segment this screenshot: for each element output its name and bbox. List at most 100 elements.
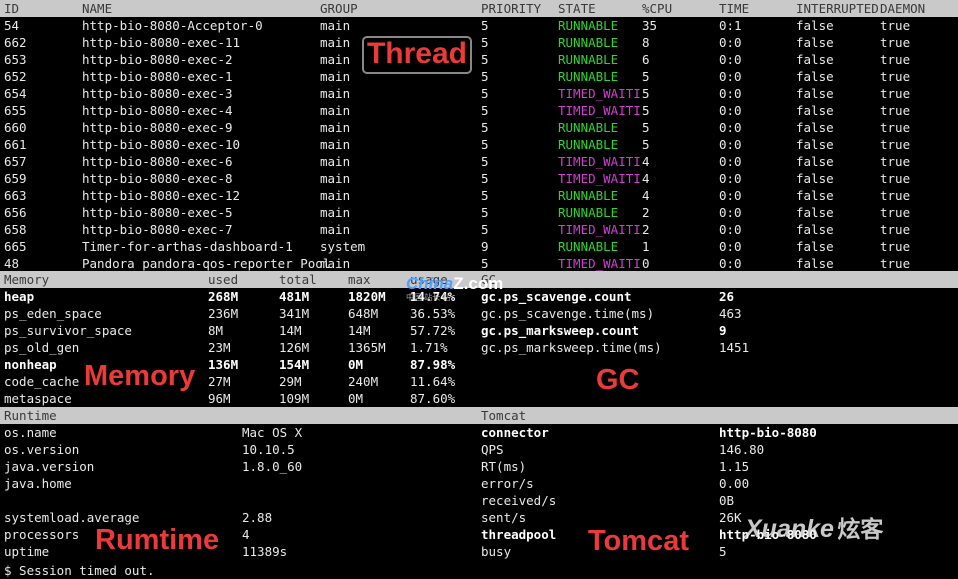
thread-cpu: 35 (642, 18, 658, 33)
thread-row: 657 http-bio-8080-exec-6 main 5 TIMED_WAITI 4… (0, 153, 958, 170)
thread-row: 663 http-bio-8080-exec-12 main 5 RUNNABLE 4 0:… (0, 187, 958, 204)
chinaz-watermark: ChinaZ.com 中国 站长 站 (406, 274, 503, 303)
thread-time: 0:0 (719, 256, 742, 271)
thread-cpu: 5 (642, 137, 650, 152)
thread-cpu: 2 (642, 222, 650, 237)
thread-id: 656 (4, 205, 27, 220)
thread-group: main (320, 69, 351, 84)
memory-annotation: Memory (84, 360, 196, 392)
thread-priority: 5 (481, 256, 489, 271)
thread-name: http-bio-8080-exec-11 (82, 35, 241, 50)
thread-time: 0:0 (719, 35, 742, 50)
thread-state: TIMED_WAITI (558, 256, 641, 271)
gc-key: gc.ps_scavenge.time(ms) (481, 306, 655, 321)
thread-cpu: 1 (642, 239, 650, 254)
thread-id: 658 (4, 222, 27, 237)
thread-state: TIMED_WAITI (558, 222, 641, 237)
thread-id: 653 (4, 52, 27, 67)
thread-priority: 5 (481, 86, 489, 101)
memory-max: 0M (348, 357, 364, 372)
thread-time: 0:0 (719, 188, 742, 203)
thread-daemon: true (880, 52, 911, 67)
gc-key: gc.ps_marksweep.count (481, 323, 640, 338)
thread-cpu: 8 (642, 35, 650, 50)
memory-max: 0M (348, 391, 364, 406)
thread-daemon: true (880, 239, 911, 254)
thread-interrupted: false (796, 222, 834, 237)
gc-value: 1451 (719, 340, 750, 355)
thread-name: http-bio-8080-exec-3 (82, 86, 233, 101)
thread-cpu: 5 (642, 103, 650, 118)
tomcat-row: connector http-bio-8080 (0, 424, 958, 441)
thread-group: main (320, 35, 351, 50)
memory-total: 109M (279, 391, 310, 406)
thread-time: 0:0 (719, 52, 742, 67)
thread-name: http-bio-8080-exec-1 (82, 69, 233, 84)
chinaz-logo-text: China (406, 274, 454, 293)
thread-group: main (320, 171, 351, 186)
col-cpu: %CPU (642, 1, 673, 16)
thread-cpu: 5 (642, 120, 650, 135)
thread-interrupted: false (796, 154, 834, 169)
thread-priority: 5 (481, 154, 489, 169)
thread-row: 652 http-bio-8080-exec-1 main 5 RUNNABLE 5 0:0… (0, 68, 958, 85)
thread-interrupted: false (796, 188, 834, 203)
thread-priority: 5 (481, 52, 489, 67)
thread-group: main (320, 205, 351, 220)
thread-row: 654 http-bio-8080-exec-3 main 5 TIMED_WAITI 5… (0, 85, 958, 102)
thread-name: Timer-for-arthas-dashboard-1 (82, 239, 293, 254)
thread-row: 658 http-bio-8080-exec-7 main 5 TIMED_WAITI 2… (0, 221, 958, 238)
thread-id: 659 (4, 171, 27, 186)
thread-group: main (320, 120, 351, 135)
memory-usage: 11.64% (410, 374, 456, 389)
thread-cpu: 4 (642, 188, 650, 203)
thread-row: 656 http-bio-8080-exec-5 main 5 RUNNABLE 2 0:0… (0, 204, 958, 221)
thread-daemon: true (880, 222, 911, 237)
gc-value: 9 (719, 323, 727, 338)
memory-name: nonheap (4, 357, 57, 372)
tomcat-annotation: Tomcat (588, 525, 689, 557)
thread-priority: 5 (481, 35, 489, 50)
thread-name: http-bio-8080-exec-10 (82, 137, 241, 152)
thread-group: main (320, 137, 351, 152)
thread-priority: 5 (481, 69, 489, 84)
thread-time: 0:0 (719, 103, 742, 118)
thread-state: RUNNABLE (558, 18, 619, 33)
thread-row: 655 http-bio-8080-exec-4 main 5 TIMED_WAITI 5… (0, 102, 958, 119)
tomcat-row: error/s 0.00 (0, 475, 958, 492)
thread-cpu: 6 (642, 52, 650, 67)
thread-daemon: true (880, 137, 911, 152)
thread-cpu: 4 (642, 171, 650, 186)
xuanke-logo-cn: 炫客 (837, 516, 884, 542)
thread-cpu: 4 (642, 154, 650, 169)
thread-id: 662 (4, 35, 27, 50)
thread-daemon: true (880, 120, 911, 135)
thread-group: main (320, 188, 351, 203)
tomcat-value: 146.80 (719, 442, 765, 457)
tomcat-key: busy (481, 544, 512, 559)
thread-daemon: true (880, 86, 911, 101)
thread-group: main (320, 256, 351, 271)
thread-name: http-bio-8080-exec-4 (82, 103, 233, 118)
thread-interrupted: false (796, 120, 834, 135)
memory-usage: 87.60% (410, 391, 456, 406)
col-priority: PRIORITY (481, 1, 542, 16)
col-group: GROUP (320, 1, 358, 16)
tomcat-key: received/s (481, 493, 557, 508)
tomcat-value: 5 (719, 544, 727, 559)
thread-cpu: 5 (642, 86, 650, 101)
gc-key: gc.ps_marksweep.time(ms) (481, 340, 662, 355)
memory-used: 96M (208, 391, 231, 406)
thread-interrupted: false (796, 52, 834, 67)
memory-col-max: max (348, 272, 371, 287)
tomcat-key: sent/s (481, 510, 527, 525)
tomcat-key: connector (481, 425, 549, 440)
thread-row: 661 http-bio-8080-exec-10 main 5 RUNNABLE 5 0:… (0, 136, 958, 153)
thread-interrupted: false (796, 239, 834, 254)
thread-name: http-bio-8080-Acceptor-0 (82, 18, 263, 33)
thread-daemon: true (880, 188, 911, 203)
thread-cpu: 2 (642, 205, 650, 220)
thread-state: TIMED_WAITI (558, 154, 641, 169)
memory-total: 154M (279, 357, 310, 372)
thread-name: http-bio-8080-exec-7 (82, 222, 233, 237)
